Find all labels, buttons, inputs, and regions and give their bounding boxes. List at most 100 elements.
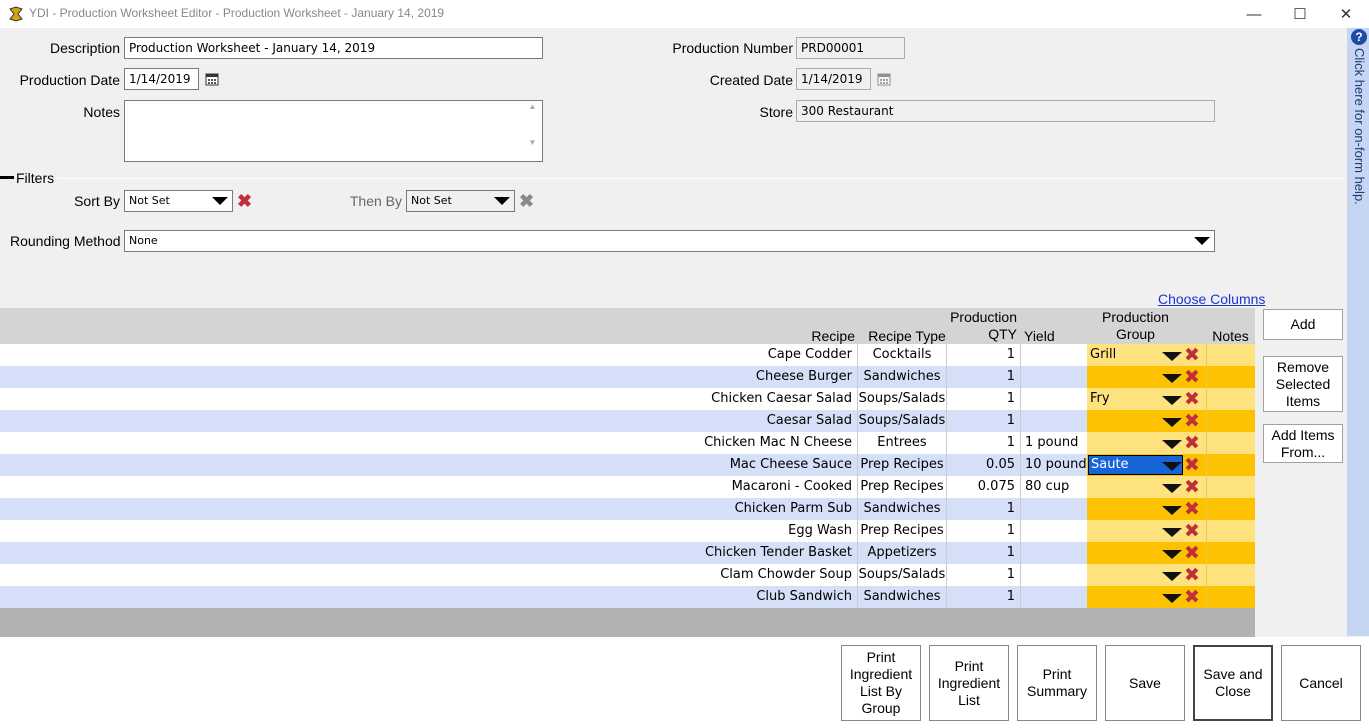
dropdown-caret-icon[interactable] bbox=[1162, 418, 1182, 427]
cell-yield[interactable] bbox=[1020, 498, 1087, 520]
header-recipe[interactable]: Recipe bbox=[780, 328, 855, 345]
save-and-close-button[interactable]: Save and Close bbox=[1193, 645, 1273, 721]
cell-yield[interactable] bbox=[1020, 366, 1087, 388]
sort-by-select[interactable]: Not Set bbox=[124, 190, 233, 212]
cell-notes[interactable] bbox=[1206, 410, 1255, 432]
cell-recipe-type[interactable]: Prep Recipes bbox=[857, 476, 946, 498]
table-row[interactable]: Egg Wash Prep Recipes 1 ✖ bbox=[0, 520, 1255, 542]
cell-production-group[interactable]: Saute ✖ bbox=[1087, 454, 1206, 476]
table-row[interactable]: Chicken Mac N Cheese Entrees 1 1 pound ✖ bbox=[0, 432, 1255, 454]
cell-production-qty[interactable]: 0.05 bbox=[946, 454, 1020, 476]
cell-production-group[interactable]: ✖ bbox=[1087, 366, 1206, 388]
dropdown-caret-icon[interactable] bbox=[1162, 374, 1182, 383]
dropdown-caret-icon[interactable] bbox=[1162, 440, 1182, 449]
cell-notes[interactable] bbox=[1206, 498, 1255, 520]
print-ingredient-list-button[interactable]: Print Ingredient List bbox=[929, 645, 1009, 721]
clear-sort-by-icon[interactable]: ✖ bbox=[237, 192, 252, 210]
cell-production-qty[interactable]: 1 bbox=[946, 542, 1020, 564]
help-question-icon[interactable]: ? bbox=[1351, 29, 1367, 45]
clear-group-x-icon[interactable]: ✖ bbox=[1184, 433, 1200, 453]
header-recipe-type[interactable]: Recipe Type bbox=[857, 328, 957, 345]
cell-production-qty[interactable]: 1 bbox=[946, 432, 1020, 454]
cell-yield[interactable]: 1 pound bbox=[1020, 432, 1087, 454]
cell-recipe-type[interactable]: Prep Recipes bbox=[857, 454, 946, 476]
print-ingredient-list-by-group-button[interactable]: Print Ingredient List By Group bbox=[841, 645, 921, 721]
calendar-icon[interactable] bbox=[205, 72, 219, 89]
header-yield[interactable]: Yield bbox=[1024, 328, 1064, 345]
dropdown-caret-icon[interactable] bbox=[1162, 462, 1182, 471]
cell-recipe-type[interactable]: Soups/Salads bbox=[857, 564, 946, 586]
add-button[interactable]: Add bbox=[1263, 309, 1343, 340]
header-production-group[interactable]: Production Group bbox=[1087, 309, 1184, 343]
clear-group-x-icon[interactable]: ✖ bbox=[1184, 477, 1200, 497]
cell-recipe-type[interactable]: Soups/Salads bbox=[857, 388, 946, 410]
description-input[interactable]: Production Worksheet - January 14, 2019 bbox=[124, 37, 543, 59]
table-row[interactable]: Clam Chowder Soup Soups/Salads 1 ✖ bbox=[0, 564, 1255, 586]
then-by-select[interactable]: Not Set bbox=[406, 190, 515, 212]
cell-yield[interactable] bbox=[1020, 520, 1087, 542]
cell-yield[interactable] bbox=[1020, 564, 1087, 586]
cell-production-group[interactable]: ✖ bbox=[1087, 542, 1206, 564]
cell-production-qty[interactable]: 1 bbox=[946, 366, 1020, 388]
dropdown-caret-icon[interactable] bbox=[1162, 352, 1182, 361]
dropdown-caret-icon[interactable] bbox=[1162, 594, 1182, 603]
clear-group-x-icon[interactable]: ✖ bbox=[1184, 389, 1200, 409]
cell-production-group[interactable]: ✖ bbox=[1087, 498, 1206, 520]
cell-production-group[interactable]: ✖ bbox=[1087, 586, 1206, 608]
help-link-text[interactable]: Click here for on-form help. bbox=[1352, 48, 1367, 205]
table-row[interactable]: Caesar Salad Soups/Salads 1 ✖ bbox=[0, 410, 1255, 432]
rounding-method-select[interactable]: None bbox=[124, 230, 1215, 252]
clear-group-x-icon[interactable]: ✖ bbox=[1184, 565, 1200, 585]
cell-recipe-type[interactable]: Entrees bbox=[857, 432, 946, 454]
cell-recipe[interactable]: Chicken Parm Sub bbox=[0, 498, 857, 520]
cell-recipe[interactable]: Cheese Burger bbox=[0, 366, 857, 388]
cell-recipe[interactable]: Mac Cheese Sauce bbox=[0, 454, 857, 476]
cell-recipe[interactable]: Egg Wash bbox=[0, 520, 857, 542]
dropdown-caret-icon[interactable] bbox=[1162, 506, 1182, 515]
cell-yield[interactable]: 80 cup bbox=[1020, 476, 1087, 498]
cell-notes[interactable] bbox=[1206, 564, 1255, 586]
cell-yield[interactable] bbox=[1020, 410, 1087, 432]
cell-production-group[interactable]: Grill ✖ bbox=[1087, 344, 1206, 366]
cell-notes[interactable] bbox=[1206, 388, 1255, 410]
table-row[interactable]: Cape Codder Cocktails 1 Grill ✖ bbox=[0, 344, 1255, 366]
table-row[interactable]: Macaroni - Cooked Prep Recipes 0.075 80 cup… bbox=[0, 476, 1255, 498]
cell-production-qty[interactable]: 0.075 bbox=[946, 476, 1020, 498]
print-summary-button[interactable]: Print Summary bbox=[1017, 645, 1097, 721]
table-row[interactable]: Club Sandwich Sandwiches 1 ✖ bbox=[0, 586, 1255, 608]
cell-recipe-type[interactable]: Soups/Salads bbox=[857, 410, 946, 432]
table-row[interactable]: Mac Cheese Sauce Prep Recipes 0.05 10 pound… bbox=[0, 454, 1255, 476]
dropdown-caret-icon[interactable] bbox=[1162, 528, 1182, 537]
cell-yield[interactable]: 10 pound bbox=[1020, 454, 1087, 476]
clear-group-x-icon[interactable]: ✖ bbox=[1184, 521, 1200, 541]
table-row[interactable]: Chicken Parm Sub Sandwiches 1 ✖ bbox=[0, 498, 1255, 520]
cancel-button[interactable]: Cancel bbox=[1281, 645, 1361, 721]
cell-notes[interactable] bbox=[1206, 586, 1255, 608]
cell-notes[interactable] bbox=[1206, 520, 1255, 542]
clear-group-x-icon[interactable]: ✖ bbox=[1184, 345, 1200, 365]
cell-recipe[interactable]: Caesar Salad bbox=[0, 410, 857, 432]
minimize-button[interactable]: — bbox=[1231, 0, 1277, 28]
cell-notes[interactable] bbox=[1206, 366, 1255, 388]
cell-production-group[interactable]: Fry ✖ bbox=[1087, 388, 1206, 410]
choose-columns-link[interactable]: Choose Columns bbox=[1158, 291, 1265, 307]
cell-recipe[interactable]: Chicken Tender Basket bbox=[0, 542, 857, 564]
header-production-qty[interactable]: Production QTY bbox=[946, 309, 1020, 343]
cell-production-group[interactable]: ✖ bbox=[1087, 476, 1206, 498]
cell-recipe-type[interactable]: Appetizers bbox=[857, 542, 946, 564]
cell-recipe[interactable]: Club Sandwich bbox=[0, 586, 857, 608]
cell-notes[interactable] bbox=[1206, 344, 1255, 366]
clear-group-x-icon[interactable]: ✖ bbox=[1184, 455, 1200, 475]
cell-recipe[interactable]: Chicken Mac N Cheese bbox=[0, 432, 857, 454]
cell-recipe-type[interactable]: Cocktails bbox=[857, 344, 946, 366]
cell-notes[interactable] bbox=[1206, 476, 1255, 498]
add-items-from-button[interactable]: Add Items From... bbox=[1263, 424, 1343, 463]
clear-group-x-icon[interactable]: ✖ bbox=[1184, 499, 1200, 519]
cell-notes[interactable] bbox=[1206, 542, 1255, 564]
cell-recipe-type[interactable]: Sandwiches bbox=[857, 498, 946, 520]
cell-notes[interactable] bbox=[1206, 454, 1255, 476]
cell-production-group[interactable]: ✖ bbox=[1087, 520, 1206, 542]
clear-group-x-icon[interactable]: ✖ bbox=[1184, 411, 1200, 431]
notes-scrollbar[interactable]: ▲ ▼ bbox=[524, 102, 541, 160]
clear-then-by-icon[interactable]: ✖ bbox=[519, 192, 534, 210]
